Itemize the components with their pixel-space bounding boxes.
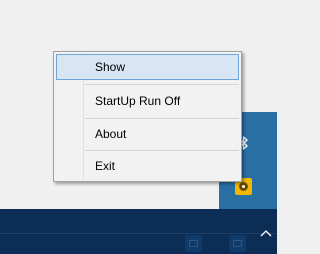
menu-item-startup-run-off[interactable]: StartUp Run Off — [56, 88, 239, 114]
taskbar-app-icon[interactable] — [185, 235, 202, 252]
menu-item-show[interactable]: Show — [56, 54, 239, 80]
taskbar-app-icon[interactable] — [229, 235, 246, 252]
context-menu: Show StartUp Run Off About Exit — [53, 51, 242, 182]
menu-item-exit[interactable]: Exit — [56, 153, 239, 179]
menu-separator — [85, 150, 239, 151]
taskbar-divider — [0, 233, 277, 234]
menu-separator — [85, 84, 239, 85]
show-hidden-icons-chevron-icon[interactable] — [258, 226, 274, 242]
menu-separator — [85, 118, 239, 119]
menu-item-about[interactable]: About — [56, 121, 239, 147]
